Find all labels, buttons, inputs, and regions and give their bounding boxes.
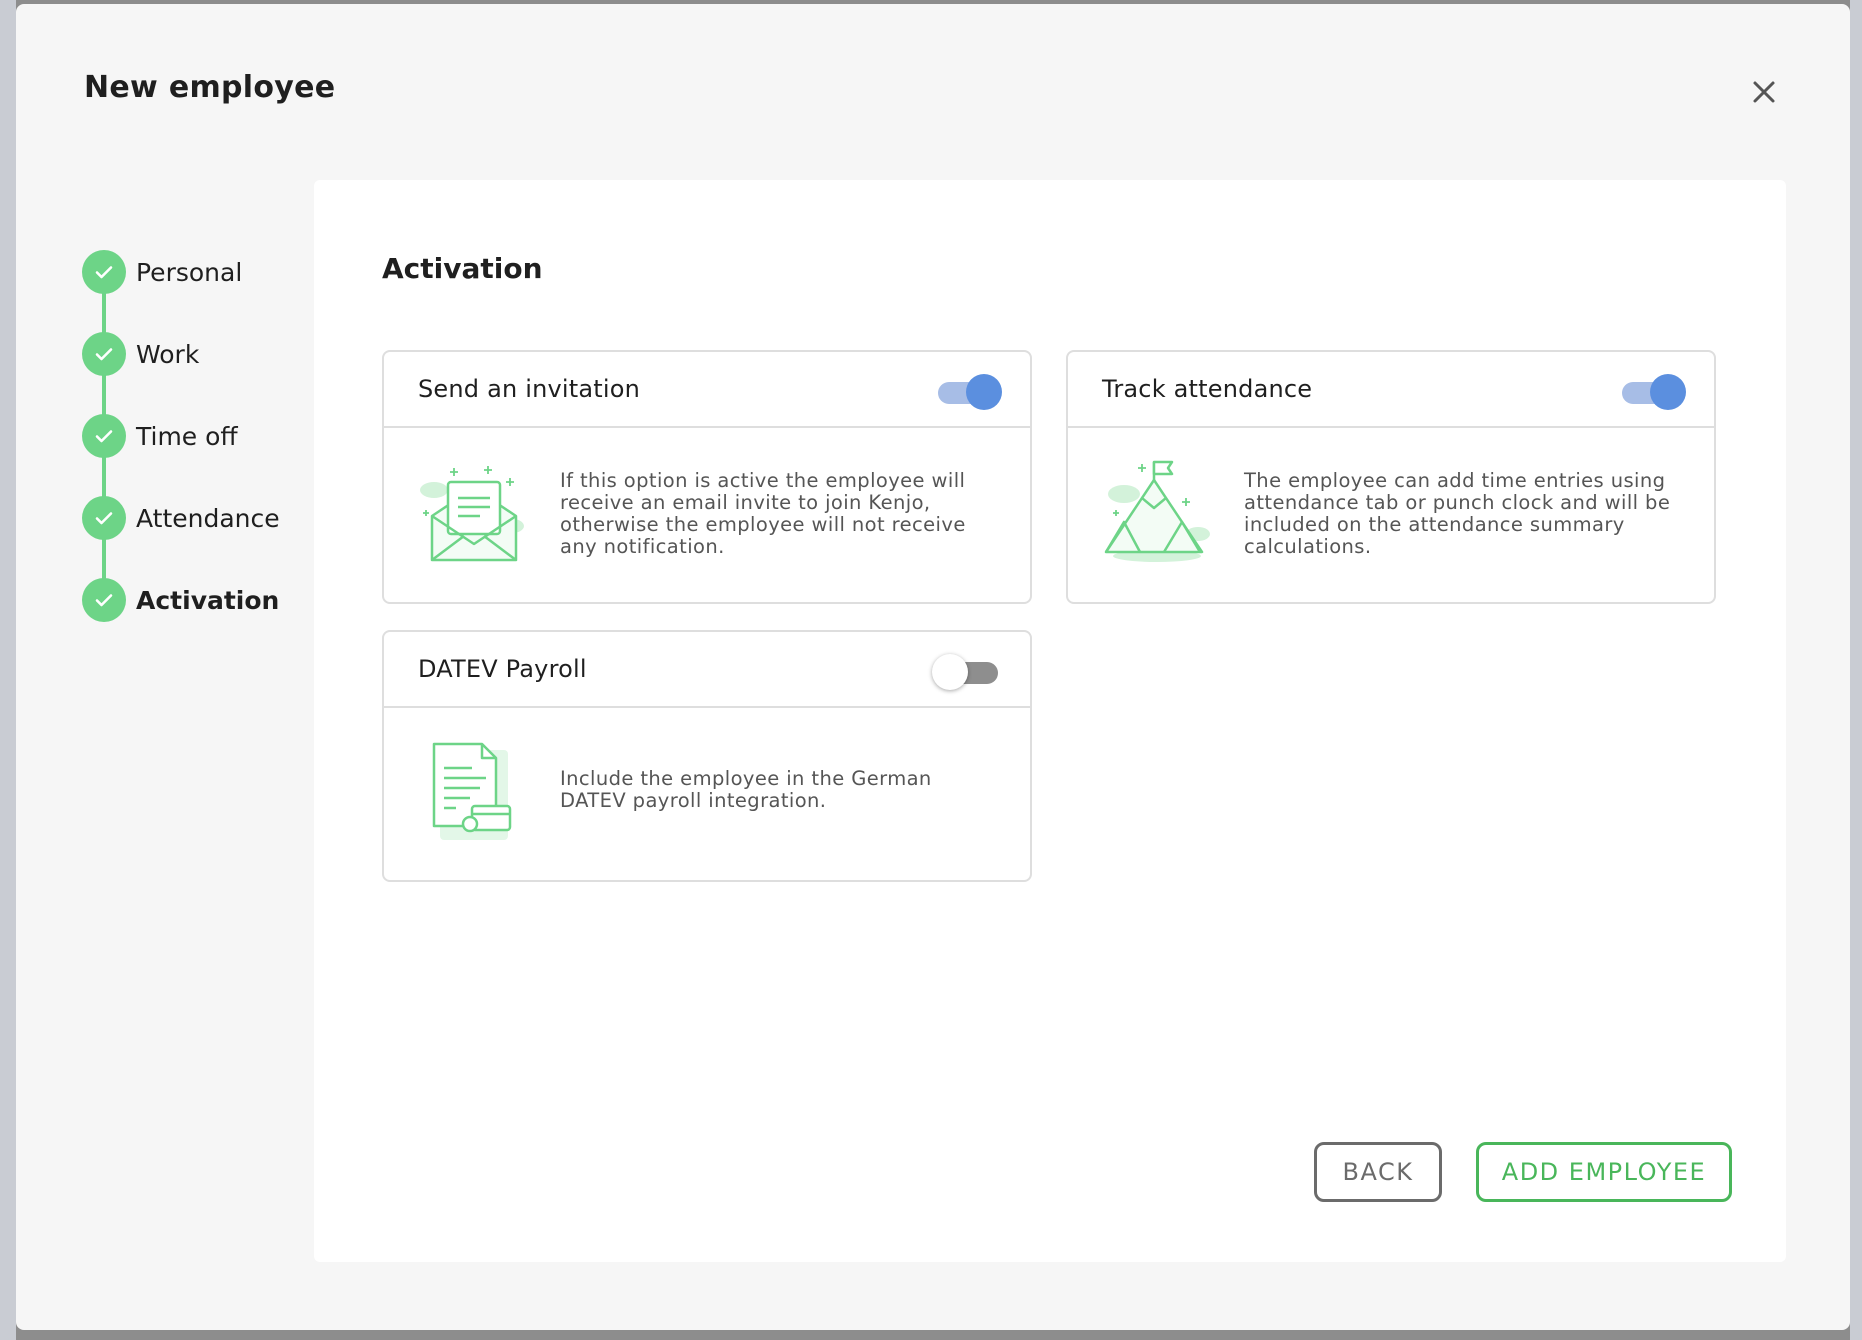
card-description: If this option is active the employee wi… bbox=[560, 469, 966, 558]
background-app-right bbox=[1850, 0, 1862, 1340]
step-navigation: Personal Work Time off Attendance Activa bbox=[82, 248, 322, 628]
check-icon bbox=[82, 414, 126, 458]
envelope-icon bbox=[420, 466, 524, 562]
track-attendance-card: Track attendance The employee can add ti… bbox=[1066, 350, 1716, 604]
close-button[interactable] bbox=[1746, 74, 1782, 110]
card-body: If this option is active the employee wi… bbox=[384, 428, 1030, 604]
send-invitation-toggle[interactable] bbox=[938, 374, 1002, 410]
step-label: Work bbox=[136, 339, 200, 369]
dialog-title: New employee bbox=[84, 70, 336, 105]
check-icon bbox=[82, 332, 126, 376]
card-body: Include the employee in the German DATEV… bbox=[384, 708, 1030, 882]
step-label: Time off bbox=[136, 421, 238, 451]
check-icon bbox=[82, 250, 126, 294]
card-description: Include the employee in the German DATEV… bbox=[560, 767, 932, 812]
check-icon bbox=[82, 578, 126, 622]
track-attendance-toggle[interactable] bbox=[1622, 374, 1686, 410]
card-title: Send an invitation bbox=[418, 375, 641, 403]
check-icon bbox=[82, 496, 126, 540]
card-header: DATEV Payroll bbox=[384, 632, 1030, 708]
add-employee-button[interactable]: ADD EMPLOYEE bbox=[1476, 1142, 1732, 1202]
step-personal[interactable]: Personal bbox=[82, 250, 242, 294]
card-header: Send an invitation bbox=[384, 352, 1030, 428]
datev-payroll-toggle[interactable] bbox=[932, 654, 998, 690]
step-activation[interactable]: Activation bbox=[82, 578, 279, 622]
step-label: Activation bbox=[136, 585, 280, 615]
step-label: Attendance bbox=[136, 503, 280, 533]
step-time-off[interactable]: Time off bbox=[82, 414, 238, 458]
back-button[interactable]: BACK bbox=[1314, 1142, 1442, 1202]
send-invitation-card: Send an invitation If this option is act… bbox=[382, 350, 1032, 604]
card-title: DATEV Payroll bbox=[418, 655, 587, 683]
step-work[interactable]: Work bbox=[82, 332, 199, 376]
background-app-left bbox=[0, 0, 16, 1340]
close-icon bbox=[1753, 81, 1775, 103]
mountain-flag-icon bbox=[1104, 460, 1210, 562]
activation-panel: Activation Send an invitation If this op… bbox=[314, 180, 1786, 1262]
step-label: Personal bbox=[136, 257, 243, 287]
section-title: Activation bbox=[382, 252, 543, 285]
card-description: The employee can add time entries using … bbox=[1244, 469, 1671, 558]
step-attendance[interactable]: Attendance bbox=[82, 496, 280, 540]
datev-payroll-card: DATEV Payroll Include the employee in th… bbox=[382, 630, 1032, 882]
card-title: Track attendance bbox=[1102, 375, 1313, 403]
new-employee-dialog: New employee Personal Work Time off Atte… bbox=[16, 4, 1850, 1330]
card-header: Track attendance bbox=[1068, 352, 1714, 428]
card-body: The employee can add time entries using … bbox=[1068, 428, 1714, 604]
payroll-document-icon bbox=[432, 742, 512, 840]
